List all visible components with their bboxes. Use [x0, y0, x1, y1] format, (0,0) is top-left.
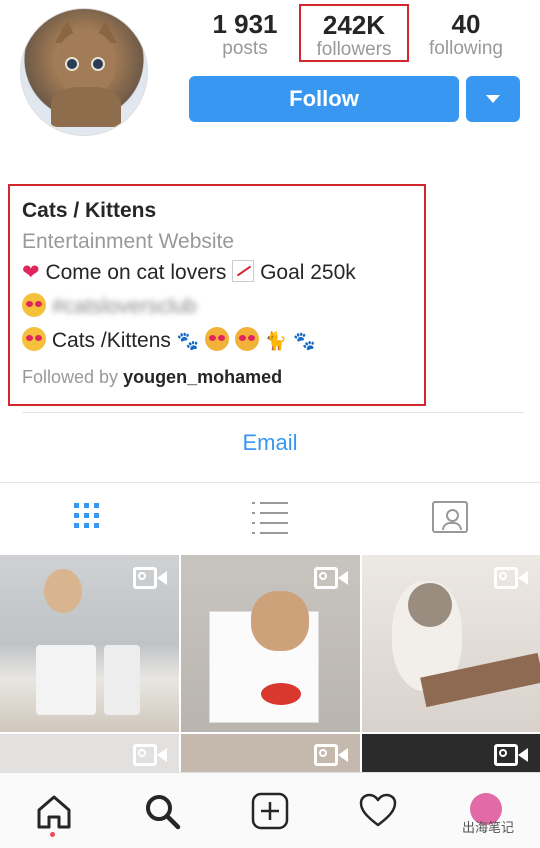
- followed-by[interactable]: Followed by yougen_mohamed: [22, 364, 282, 390]
- bio-text-1b: Goal 250k: [260, 261, 356, 284]
- profile-avatar: [20, 8, 148, 136]
- home-icon[interactable]: [34, 791, 74, 831]
- post-thumbnail[interactable]: [362, 734, 540, 772]
- followers-stat[interactable]: 242K followers: [299, 4, 409, 62]
- cat-face: [408, 583, 452, 627]
- bio-line-3: Cats /Kittens 🐾 🐈 🐾: [22, 327, 315, 354]
- cat-figure: [44, 569, 82, 613]
- watermark: 出海笔记: [462, 820, 515, 835]
- chair: [104, 645, 140, 715]
- profile-name: Cats / Kittens: [22, 199, 157, 222]
- search-icon[interactable]: [142, 791, 182, 831]
- bio-line-2: #catsloversclub: [22, 293, 197, 320]
- following-stat[interactable]: 40 following: [420, 10, 512, 60]
- email-button[interactable]: Email: [0, 430, 540, 456]
- box-logo: [261, 683, 301, 705]
- heart-icon[interactable]: [358, 791, 398, 831]
- video-icon: [133, 567, 167, 589]
- heart-emoji-icon: ❤: [22, 261, 40, 284]
- posts-stat[interactable]: 1 931 posts: [208, 10, 282, 60]
- bio-text-3: Cats /Kittens: [51, 329, 171, 352]
- heart-eyes-cat-emoji-icon: [22, 327, 46, 351]
- video-icon: [314, 567, 348, 589]
- heart-eyes-cat-emoji-icon: [22, 293, 46, 317]
- post-thumbnail[interactable]: [181, 734, 360, 772]
- follow-button[interactable]: Follow: [189, 76, 459, 122]
- paw-prints-icon: 🐾: [292, 331, 316, 351]
- smiling-cat-emoji-icon: [234, 327, 259, 351]
- chair: [36, 645, 96, 715]
- kitten: [251, 591, 309, 651]
- add-icon[interactable]: [250, 791, 290, 831]
- posts-count: 1 931: [212, 9, 278, 39]
- post-thumbnail[interactable]: [362, 555, 540, 732]
- list-icon[interactable]: [252, 502, 288, 536]
- following-label: following: [429, 38, 503, 59]
- paw-prints-icon: 🐾: [176, 331, 200, 351]
- chevron-down-icon: [486, 95, 500, 103]
- followed-by-user[interactable]: yougen_mohamed: [123, 367, 282, 387]
- followers-count: 242K: [322, 10, 386, 40]
- chart-increasing-emoji-icon: [232, 260, 255, 282]
- tagged-icon[interactable]: [432, 501, 468, 533]
- video-icon: [133, 744, 167, 766]
- bottom-nav: [0, 772, 540, 848]
- notification-dot: [50, 832, 55, 837]
- video-icon: [494, 744, 528, 766]
- suggestions-dropdown-button[interactable]: [466, 76, 520, 122]
- post-thumbnail[interactable]: [181, 555, 360, 732]
- post-thumbnail[interactable]: [0, 734, 179, 772]
- posts-label: posts: [222, 38, 268, 59]
- post-thumbnail[interactable]: [0, 555, 179, 732]
- cat-face-emoji-icon: [205, 327, 230, 351]
- divider: [0, 482, 540, 483]
- divider: [22, 412, 524, 413]
- profile-category: Entertainment Website: [22, 230, 235, 253]
- video-icon: [314, 744, 348, 766]
- followers-label: followers: [316, 39, 392, 60]
- blurred-hashtag[interactable]: #catsloversclub: [52, 294, 197, 320]
- grid-icon[interactable]: [74, 503, 99, 528]
- bio-section: Cats / Kittens Entertainment Website ❤ C…: [8, 184, 426, 406]
- bio-line-1: ❤ Come on cat lovers Goal 250k: [22, 260, 356, 286]
- following-count: 40: [451, 9, 481, 39]
- video-icon: [494, 567, 528, 589]
- bio-text-1a: Come on cat lovers: [45, 261, 227, 284]
- cat-emoji-icon: 🐈: [264, 331, 288, 351]
- followed-by-prefix: Followed by: [22, 367, 119, 387]
